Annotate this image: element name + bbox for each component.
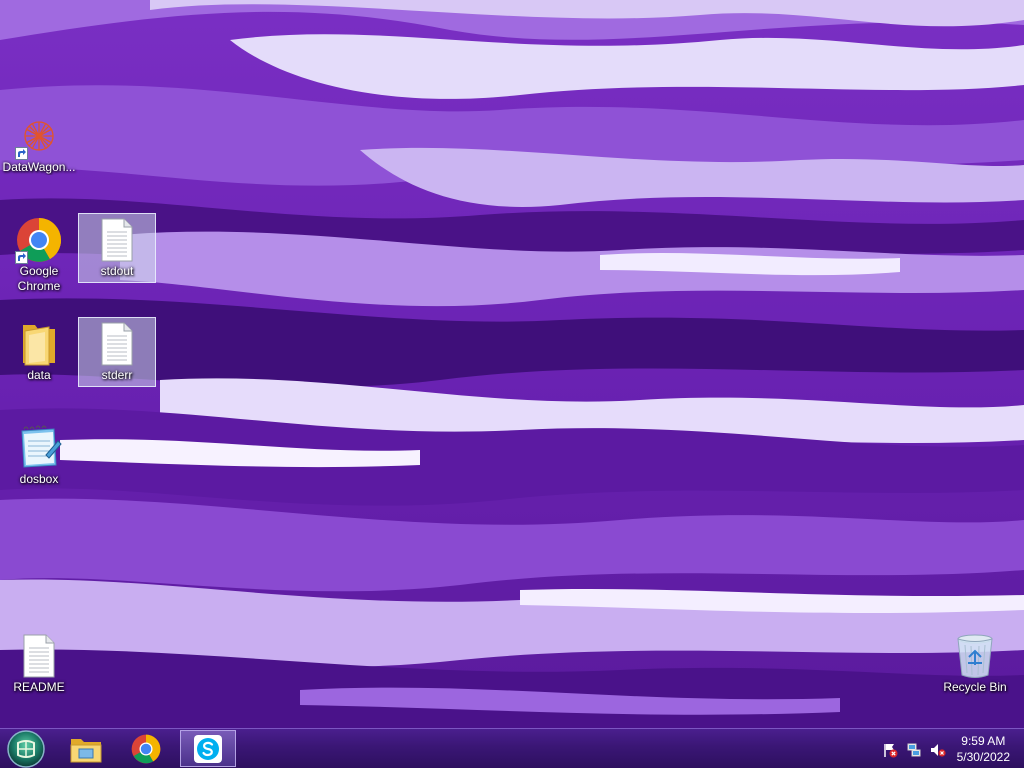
system-tray: 9:59 AM 5/30/2022 [864, 729, 1024, 769]
text-document-icon [15, 632, 63, 680]
desktop-icon-label: DataWagon... [2, 160, 76, 174]
google-chrome-shortcut-icon[interactable]: Google Chrome [0, 214, 78, 298]
clock-time: 9:59 AM [961, 734, 1006, 748]
chrome-icon [15, 216, 63, 264]
desktop-icon-label: data [27, 368, 51, 382]
recycle-bin-graphic-icon [951, 632, 999, 680]
shortcut-arrow-icon [15, 147, 28, 160]
folder-icon [15, 320, 63, 368]
taskbar: 9:59 AM 5/30/2022 [0, 728, 1024, 768]
notepad-document-icon [15, 424, 63, 472]
chrome-icon [131, 734, 161, 763]
desktop[interactable]: DataWagon... Google Chrome stdout data s… [0, 0, 1024, 728]
shortcut-arrow-icon [15, 251, 28, 264]
desktop-icon-label: dosbox [19, 472, 59, 486]
start-orb-icon [7, 730, 45, 768]
taskbar-chrome-button[interactable] [118, 730, 174, 767]
folder-icon [70, 738, 102, 762]
datawagon-icon [15, 112, 63, 160]
text-document-icon [93, 320, 141, 368]
stdout-file-icon[interactable]: stdout [78, 213, 156, 283]
clock[interactable]: 9:59 AM 5/30/2022 [957, 733, 1010, 765]
taskbar-skype-button[interactable] [180, 730, 236, 767]
readme-file-icon[interactable]: README [0, 630, 78, 700]
speaker-muted-icon[interactable] [930, 742, 946, 758]
desktop-icon-label: stderr [101, 368, 133, 382]
action-center-flag-icon[interactable] [882, 742, 898, 758]
text-document-icon [93, 216, 141, 264]
start-button[interactable] [4, 729, 48, 769]
network-icon[interactable] [906, 742, 922, 758]
desktop-icon-label: README [13, 680, 65, 694]
desktop-icon-label: Recycle Bin [943, 680, 1007, 694]
stderr-file-icon[interactable]: stderr [78, 317, 156, 387]
recycle-bin-icon[interactable]: Recycle Bin [936, 630, 1014, 700]
clock-date: 5/30/2022 [956, 750, 1010, 764]
skype-icon [194, 734, 222, 763]
taskbar-file-explorer-button[interactable] [58, 730, 114, 767]
dosbox-file-icon[interactable]: dosbox [0, 422, 78, 492]
data-folder-icon[interactable]: data [0, 318, 78, 388]
desktop-icon-label: Google Chrome [17, 264, 61, 293]
desktop-icon-label: stdout [100, 264, 134, 278]
datawagon-shortcut-icon[interactable]: DataWagon... [0, 110, 78, 180]
